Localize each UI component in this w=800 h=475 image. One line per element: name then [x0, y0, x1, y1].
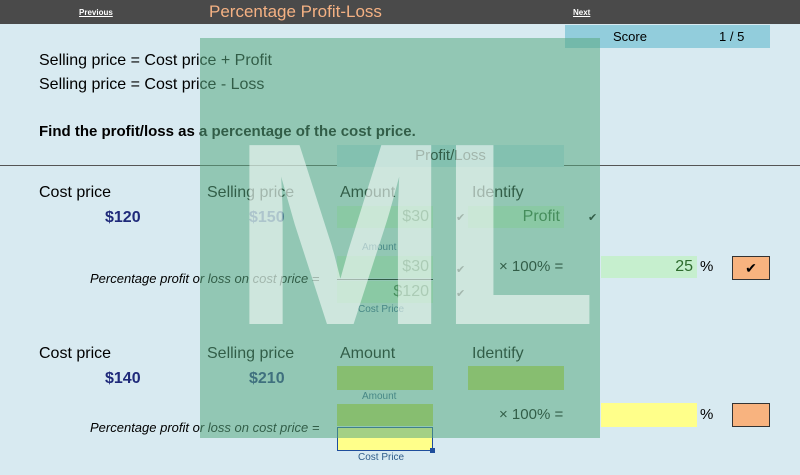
problem1-result-input[interactable]: 25 [601, 256, 697, 278]
problem1-check-button[interactable]: ✔ [732, 256, 770, 280]
amount-heading: Amount [340, 184, 396, 201]
problem1-cost-price: $120 [105, 209, 141, 226]
problem2-amount-label: Amount [362, 391, 397, 402]
problem1-cost-price-label: Cost Price [358, 304, 405, 315]
watermark-logo: ML [232, 90, 597, 380]
amount-heading-2: Amount [340, 345, 396, 362]
problem1-identify-check-icon: ✔ [588, 212, 598, 224]
page-title: Percentage Profit-Loss [209, 2, 382, 21]
question-text: Find the profit/loss as a percentage of … [39, 123, 416, 140]
problem2-denominator-input[interactable] [337, 427, 433, 451]
score-label: Score [613, 29, 647, 44]
top-bar [0, 0, 800, 24]
problem1-percentage-label: Percentage profit or loss on cost price … [90, 271, 320, 286]
cost-price-heading: Cost price [39, 184, 112, 201]
problem1-denominator-input[interactable]: $120 [337, 281, 433, 303]
next-link[interactable]: Next [573, 8, 590, 17]
selection-handle[interactable] [430, 448, 435, 453]
formula-loss: Selling price = Cost price - Loss [39, 76, 265, 93]
problem2-result-input[interactable] [601, 403, 697, 427]
problem2-percentage-label: Percentage profit or loss on cost price … [90, 420, 320, 435]
problem1-amount-input[interactable]: $30 [337, 206, 433, 228]
cost-price-heading-2: Cost price [39, 345, 112, 362]
problem1-fraction-bar [337, 279, 433, 280]
selling-price-heading-2: Selling price [207, 345, 295, 362]
problem1-denominator-check-icon: ✔ [456, 288, 466, 300]
problem1-numerator-input[interactable]: $30 [337, 256, 433, 278]
problem1-selling-price: $150 [249, 209, 285, 226]
problem2-check-button[interactable] [732, 403, 770, 427]
profit-loss-header: Profit/Loss [337, 145, 564, 167]
problem1-amount-check-icon: ✔ [456, 212, 466, 224]
previous-link[interactable]: Previous [79, 8, 113, 17]
identify-heading-2: Identify [472, 345, 524, 362]
problem2-percent-sign: % [700, 406, 714, 423]
problem1-identify-input[interactable]: Profit [468, 206, 564, 228]
problem2-multiplier: × 100% = [499, 406, 564, 423]
problem2-cost-price: $140 [105, 370, 141, 387]
problem2-identify-input[interactable] [468, 366, 564, 390]
selling-price-heading: Selling price [207, 184, 295, 201]
problem2-cost-price-label: Cost Price [358, 452, 405, 463]
problem1-amount-label: Amount [362, 242, 397, 253]
identify-heading: Identify [472, 184, 524, 201]
problem2-selling-price: $210 [249, 370, 285, 387]
problem2-numerator-input[interactable] [337, 404, 433, 426]
formula-profit: Selling price = Cost price + Profit [39, 52, 272, 69]
problem1-percent-sign: % [700, 258, 714, 275]
problem1-numerator-check-icon: ✔ [456, 264, 466, 276]
problem2-amount-input[interactable] [337, 366, 433, 390]
score-value: 1 / 5 [719, 29, 745, 44]
problem1-multiplier: × 100% = [499, 258, 564, 275]
